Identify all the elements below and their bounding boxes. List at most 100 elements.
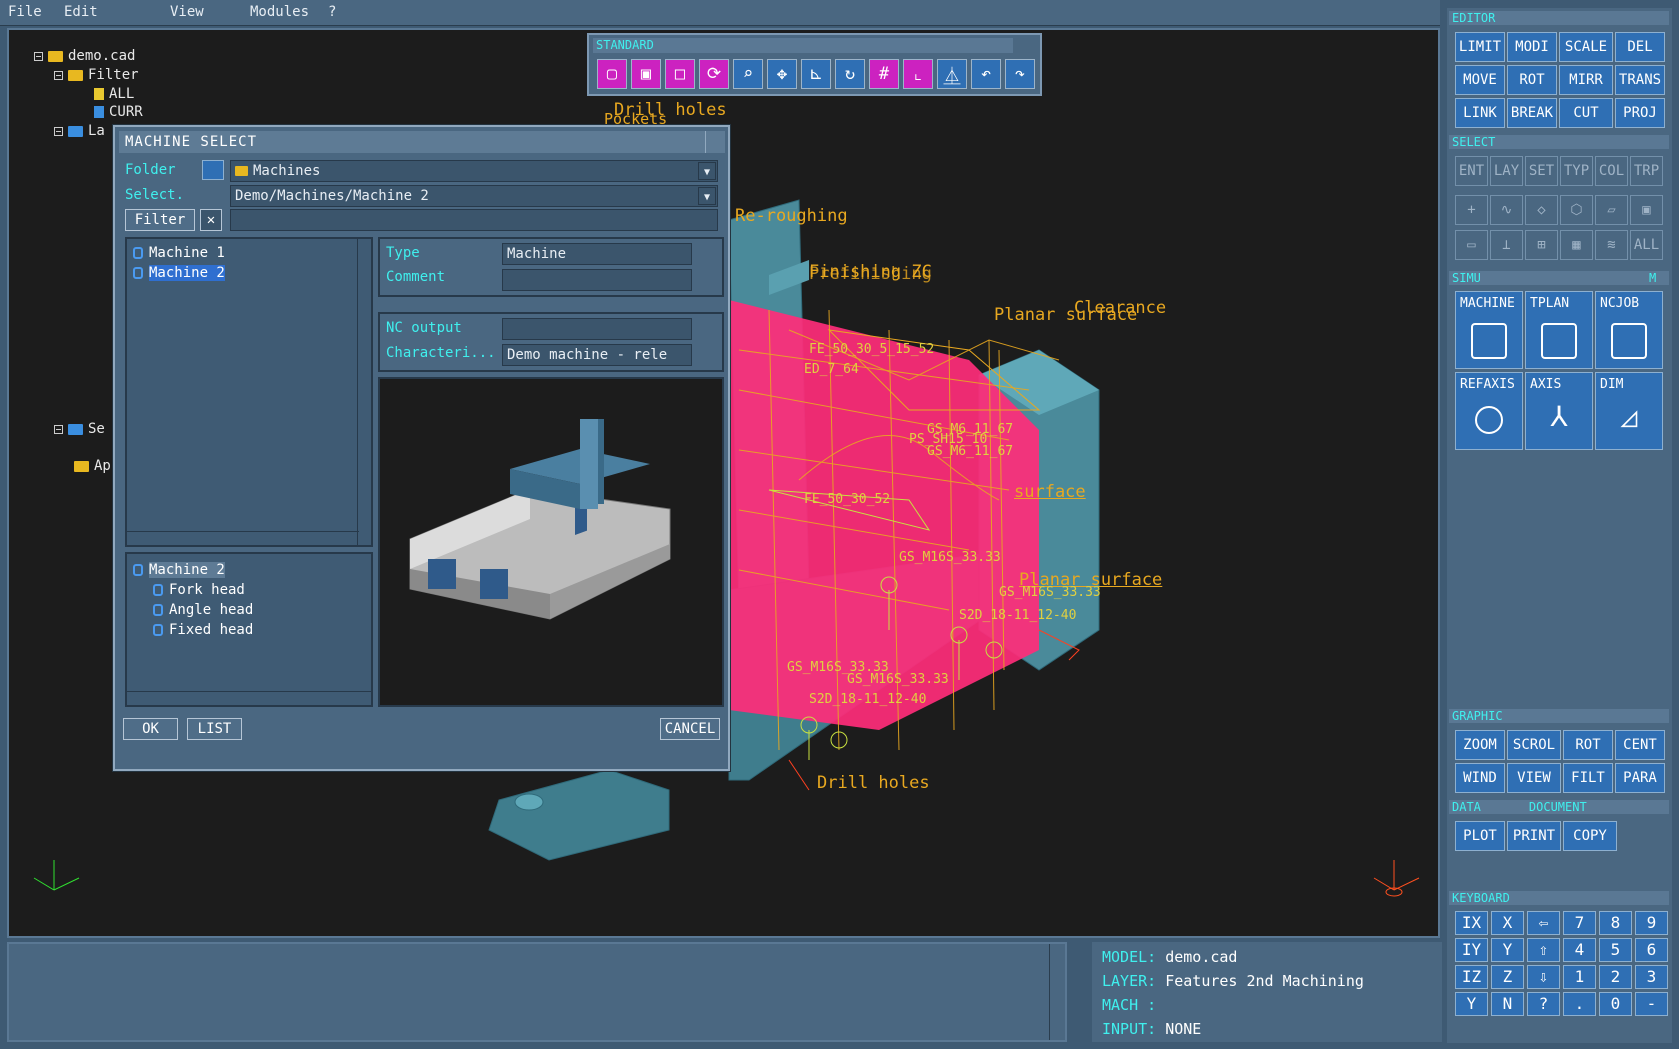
solid-icon[interactable]: ⬡	[1560, 195, 1593, 225]
characteristics-field[interactable]: Demo machine - rele	[502, 344, 692, 366]
filter-button[interactable]: Filter	[125, 209, 195, 231]
vertical-scrollbar[interactable]	[1049, 944, 1065, 1040]
horizontal-scrollbar[interactable]	[127, 691, 371, 705]
frame-icon[interactable]: ⌞	[903, 59, 933, 89]
graphic-rot-button[interactable]: ROT	[1563, 730, 1613, 760]
key-button[interactable]: IZ	[1455, 965, 1488, 989]
list-button[interactable]: LIST	[187, 718, 242, 740]
rotate-icon[interactable]: ↻	[835, 59, 865, 89]
typ-button[interactable]: TYP	[1560, 156, 1593, 186]
tree-item[interactable]: Fixed head	[153, 622, 253, 638]
box-wire-icon[interactable]: ▢	[597, 59, 627, 89]
ok-button[interactable]: OK	[123, 718, 178, 740]
zoom-button[interactable]: ZOOM	[1455, 730, 1505, 760]
tree-ap[interactable]: Ap	[74, 458, 111, 474]
key-button[interactable]: Z	[1491, 965, 1524, 989]
tree-sets[interactable]: Se	[54, 421, 105, 437]
key-button[interactable]: ⇩	[1527, 965, 1560, 989]
key-button[interactable]: ?	[1527, 992, 1560, 1016]
vertical-scrollbar[interactable]	[357, 239, 371, 545]
triad-icon[interactable]: ⊥	[1490, 230, 1523, 260]
key-button[interactable]: .	[1563, 992, 1596, 1016]
refresh-icon[interactable]: ⟳	[699, 59, 729, 89]
list-item[interactable]: Machine 1	[133, 245, 225, 261]
tree-item[interactable]: Fork head	[153, 582, 245, 598]
key-button[interactable]: 8	[1599, 911, 1632, 935]
para-button[interactable]: PARA	[1615, 763, 1665, 793]
all-button[interactable]: ALL	[1630, 230, 1663, 260]
simu-m-label[interactable]: M	[1649, 271, 1656, 285]
modi-button[interactable]: MODI	[1507, 32, 1557, 62]
box-hidden-icon[interactable]: □	[665, 59, 695, 89]
copy-button[interactable]: COPY	[1563, 821, 1617, 851]
tree-all[interactable]: ALL	[94, 86, 134, 102]
key-button[interactable]: 2	[1599, 965, 1632, 989]
axis-button[interactable]: AXIS ⅄	[1525, 372, 1593, 450]
key-button[interactable]: N	[1491, 992, 1524, 1016]
heads-tree[interactable]: Machine 2 Fork head Angle head Fixed hea…	[125, 552, 373, 707]
proj-button[interactable]: PROJ	[1615, 98, 1665, 128]
tree-item[interactable]: Machine 2	[133, 562, 225, 578]
key-button[interactable]: ⇦	[1527, 911, 1560, 935]
redo-icon[interactable]: ↷	[1005, 59, 1035, 89]
tree-root[interactable]: demo.cad	[34, 48, 135, 64]
nc-output-field[interactable]	[502, 318, 692, 340]
plot-button[interactable]: PLOT	[1455, 821, 1505, 851]
ent-button[interactable]: ENT	[1455, 156, 1488, 186]
mirr-button[interactable]: MIRR	[1559, 65, 1613, 95]
box-icon[interactable]: ▣	[1630, 195, 1663, 225]
machine-button[interactable]: MACHINE	[1455, 291, 1523, 369]
plane-icon[interactable]: ▱	[1595, 195, 1628, 225]
key-button[interactable]: 7	[1563, 911, 1596, 935]
key-button[interactable]: 1	[1563, 965, 1596, 989]
tree-filter[interactable]: Filter	[54, 67, 139, 83]
del-button[interactable]: DEL	[1615, 32, 1665, 62]
lines-icon[interactable]: ≋	[1595, 230, 1628, 260]
tplan-button[interactable]: TPLAN	[1525, 291, 1593, 369]
link-button[interactable]: LINK	[1455, 98, 1505, 128]
set-button[interactable]: SET	[1525, 156, 1558, 186]
machine-list[interactable]: Machine 1 Machine 2	[125, 237, 373, 547]
pan-icon[interactable]: ✥	[767, 59, 797, 89]
menu-view[interactable]: View	[170, 4, 204, 20]
dialog-close-button[interactable]	[705, 131, 725, 153]
key-button[interactable]: 9	[1635, 911, 1668, 935]
cancel-button[interactable]: CANCEL	[660, 718, 720, 740]
refaxis-button[interactable]: REFAXIS	[1455, 372, 1523, 450]
command-output-area[interactable]	[7, 942, 1067, 1042]
zoom-icon[interactable]: ⌕	[733, 59, 763, 89]
dim-button[interactable]: DIM ◿	[1595, 372, 1663, 450]
wind-button[interactable]: WIND	[1455, 763, 1505, 793]
scrol-button[interactable]: SCROL	[1507, 730, 1561, 760]
curve-icon[interactable]: ∿	[1490, 195, 1523, 225]
limit-button[interactable]: LIMIT	[1455, 32, 1505, 62]
trans-button[interactable]: TRANS	[1615, 65, 1665, 95]
key-button[interactable]: Y	[1491, 938, 1524, 962]
close-icon[interactable]: ✕	[200, 209, 222, 231]
list-item[interactable]: Machine 2	[133, 265, 225, 281]
sheet-icon[interactable]: ▭	[1455, 230, 1488, 260]
type-field[interactable]: Machine	[502, 243, 692, 265]
surface-icon[interactable]: ◇	[1525, 195, 1558, 225]
key-button[interactable]: Y	[1455, 992, 1488, 1016]
key-button[interactable]: -	[1635, 992, 1668, 1016]
key-button[interactable]: IX	[1455, 911, 1488, 935]
select-path-field[interactable]: Demo/Machines/Machine 2	[230, 185, 718, 207]
rot-button[interactable]: ROT	[1507, 65, 1557, 95]
box-shaded-icon[interactable]: ▣	[631, 59, 661, 89]
lay-button[interactable]: LAY	[1490, 156, 1523, 186]
horizontal-scrollbar[interactable]	[127, 531, 359, 545]
key-button[interactable]: 4	[1563, 938, 1596, 962]
cut-button[interactable]: CUT	[1559, 98, 1613, 128]
point-grid-icon[interactable]: ⊞	[1525, 230, 1558, 260]
trp-button[interactable]: TRP	[1630, 156, 1663, 186]
scale-button[interactable]: SCALE	[1559, 32, 1613, 62]
cent-button[interactable]: CENT	[1615, 730, 1665, 760]
tree-curr[interactable]: CURR	[94, 104, 143, 120]
plane-icon[interactable]: ⏅	[937, 59, 967, 89]
menu-help[interactable]: ?	[328, 4, 336, 20]
menu-file[interactable]: File	[8, 4, 42, 20]
key-button[interactable]: X	[1491, 911, 1524, 935]
folder-dropdown[interactable]: Machines	[230, 160, 718, 182]
tree-layers[interactable]: La	[54, 123, 105, 139]
